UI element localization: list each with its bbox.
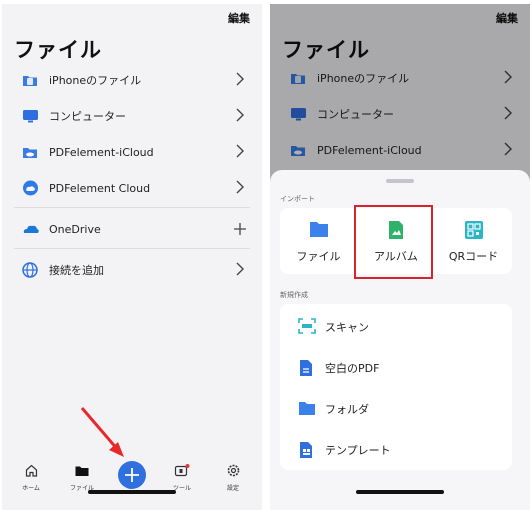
template-icon bbox=[300, 442, 312, 458]
create-label: テンプレート bbox=[325, 444, 391, 457]
create-scan-item[interactable]: スキャン bbox=[280, 306, 512, 346]
create-template-item[interactable]: テンプレート bbox=[280, 429, 512, 469]
create-label: フォルダ bbox=[325, 403, 369, 416]
tile-label: QRコード bbox=[448, 250, 499, 263]
sheet-grabber[interactable] bbox=[386, 179, 414, 183]
folder-icon bbox=[309, 222, 328, 237]
create-folder-item[interactable]: フォルダ bbox=[280, 388, 512, 428]
red-arrow-annotation bbox=[80, 407, 124, 457]
folder-icon bbox=[299, 402, 315, 415]
files-screen-left: 編集 ファイル iPhoneのファイル コンピューター PDFelement-i… bbox=[2, 4, 262, 510]
create-options-card: スキャン 空白のPDF フォルダ テンプレート bbox=[280, 304, 512, 470]
home-indicator bbox=[356, 490, 444, 494]
create-label: 空白のPDF bbox=[325, 362, 380, 375]
import-create-sheet: インポート ファイル アルバム QRコード 新規作成 スキャン 空白のPDF フ… bbox=[270, 170, 530, 510]
import-heading: インポート bbox=[280, 195, 315, 203]
album-highlight-box bbox=[354, 205, 433, 279]
create-blank-pdf-item[interactable]: 空白のPDF bbox=[280, 347, 512, 387]
create-label: スキャン bbox=[325, 321, 369, 334]
pdf-file-icon bbox=[300, 360, 312, 376]
import-qr-tile[interactable]: QRコード bbox=[435, 208, 512, 274]
import-file-tile[interactable]: ファイル bbox=[280, 208, 357, 274]
files-screen-right: 編集 ファイル iPhoneのファイル コンピューター PDFelement-i… bbox=[270, 4, 530, 510]
qr-code-icon bbox=[464, 221, 483, 239]
tile-label: ファイル bbox=[296, 250, 341, 263]
scan-icon bbox=[298, 318, 316, 334]
create-heading: 新規作成 bbox=[280, 291, 308, 299]
